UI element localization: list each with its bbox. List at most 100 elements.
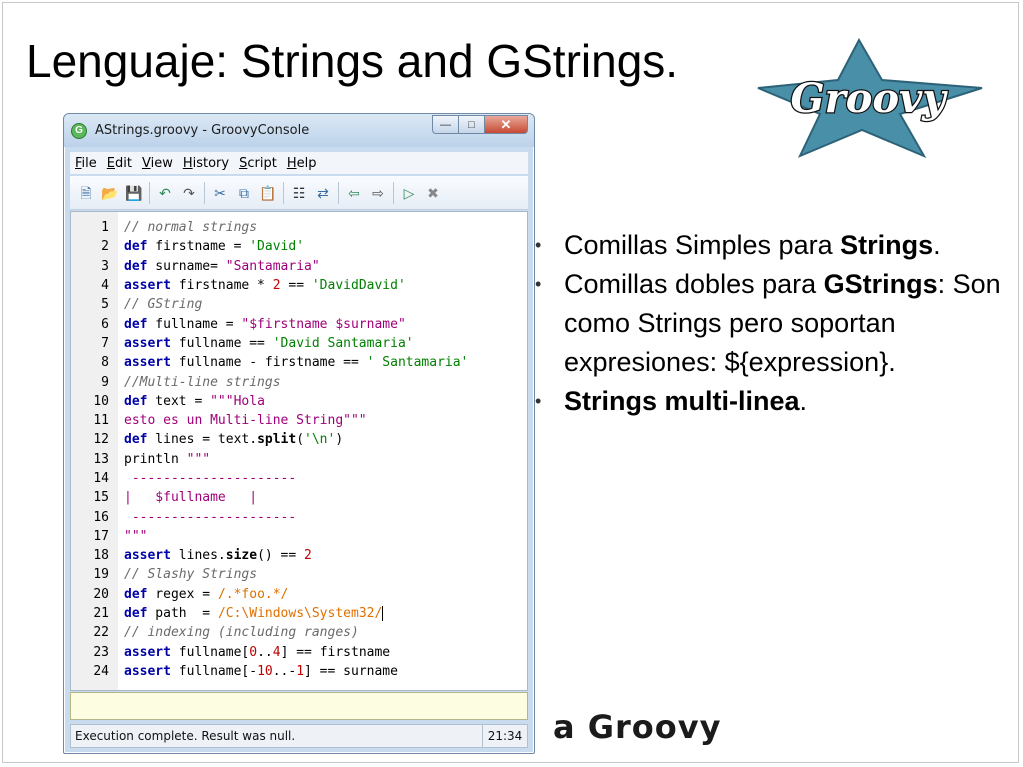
code-token: def bbox=[124, 432, 148, 448]
code-token: | $fullname | bbox=[124, 490, 258, 506]
code-line: 3 def surname= "Santamaria" bbox=[71, 257, 527, 276]
toolbar-separator bbox=[283, 181, 284, 204]
text-caret bbox=[382, 606, 384, 622]
toolbar-separator bbox=[393, 181, 394, 204]
code-token: // indexing (including ranges) bbox=[124, 625, 359, 641]
code-token: """ bbox=[124, 528, 148, 544]
bullet-item: Comillas Simples para Strings. bbox=[535, 226, 1015, 265]
bullet-item: Comillas dobles para GStrings: Son como … bbox=[535, 265, 1015, 382]
code-text: assert fullname == 'David Santamaria' bbox=[124, 336, 414, 351]
code-token: assert bbox=[124, 663, 171, 679]
groovy-logo-text: Groovy bbox=[790, 75, 948, 122]
code-token: fullname = bbox=[147, 316, 242, 332]
menu-bar: File Edit View History Script Help bbox=[70, 152, 528, 174]
undo-icon[interactable]: ↶ bbox=[155, 183, 175, 203]
cursor-position: 21:34 bbox=[482, 725, 527, 747]
code-token: surname= bbox=[147, 258, 226, 274]
line-number: 13 bbox=[93, 451, 109, 467]
line-number: 18 bbox=[93, 548, 109, 564]
code-line: 24 assert fullname[-10..-1] == surname bbox=[71, 662, 527, 681]
code-token: ' Santamaria' bbox=[366, 355, 469, 371]
code-token: "$firstname $surname" bbox=[241, 316, 406, 332]
run-icon[interactable]: ▷ bbox=[399, 183, 419, 203]
code-token: 2 bbox=[272, 278, 281, 294]
save-icon[interactable]: 💾 bbox=[124, 183, 144, 203]
maximize-button[interactable]: □ bbox=[458, 115, 484, 134]
redo-icon[interactable]: ↷ bbox=[179, 183, 199, 203]
code-text: // GString bbox=[124, 297, 202, 312]
replace-icon[interactable]: ⇄ bbox=[313, 183, 333, 203]
code-token: def bbox=[124, 239, 148, 255]
code-token: assert bbox=[124, 278, 171, 294]
history-prev-icon[interactable]: ⇦ bbox=[344, 183, 364, 203]
code-line: 11 esto es un Multi-line String""" bbox=[71, 411, 527, 430]
code-token: 'DavidDavid' bbox=[311, 278, 406, 294]
minimize-button[interactable]: — bbox=[432, 115, 458, 134]
code-text: --------------------- bbox=[124, 510, 296, 525]
find-icon[interactable]: ☷ bbox=[289, 183, 309, 203]
code-text: assert fullname[-10..-1] == surname bbox=[124, 664, 398, 679]
code-token: fullname[- bbox=[170, 663, 258, 679]
code-text: | $fullname | bbox=[124, 490, 257, 505]
code-line: 18 assert lines.size() == 2 bbox=[71, 546, 527, 565]
code-line: 17 """ bbox=[71, 527, 527, 546]
code-token: esto es un Multi-line String""" bbox=[124, 413, 367, 429]
paste-icon[interactable]: 📋 bbox=[258, 183, 278, 203]
code-token: firstname * bbox=[170, 278, 273, 294]
menu-view[interactable]: View bbox=[137, 156, 178, 171]
code-token: 4 bbox=[272, 644, 281, 660]
menu-history[interactable]: History bbox=[178, 156, 234, 171]
code-line: 6 def fullname = "$firstname $surname" bbox=[71, 314, 527, 333]
code-text: --------------------- bbox=[124, 471, 296, 486]
copy-icon[interactable]: ⧉ bbox=[234, 183, 254, 203]
toolbar-separator bbox=[338, 181, 339, 204]
line-number: 19 bbox=[93, 567, 109, 583]
code-text: def fullname = "$firstname $surname" bbox=[124, 317, 406, 332]
code-token: 2 bbox=[304, 548, 312, 564]
code-token: fullname[ bbox=[170, 644, 250, 660]
line-number: 9 bbox=[101, 374, 109, 390]
code-line: 20 def regex = /.*foo.*/ bbox=[71, 585, 527, 604]
line-number: 14 bbox=[93, 471, 109, 486]
line-number: 15 bbox=[93, 490, 109, 506]
status-text: Execution complete. Result was null. bbox=[75, 729, 296, 743]
code-token: /.*foo.*/ bbox=[217, 586, 289, 602]
code-editor[interactable]: 1 // normal strings 2 def firstname = 'Davi… bbox=[70, 211, 528, 691]
line-number: 21 bbox=[93, 606, 109, 622]
code-text: def surname= "Santamaria" bbox=[124, 259, 320, 274]
menu-help[interactable]: Help bbox=[282, 156, 322, 171]
menu-file[interactable]: File bbox=[70, 156, 102, 171]
window-titlebar[interactable]: G AStrings.groovy - GroovyConsole — □ ✕ bbox=[64, 114, 534, 147]
menu-edit[interactable]: Edit bbox=[102, 156, 137, 171]
code-token: def bbox=[124, 258, 148, 274]
history-next-icon[interactable]: ⇨ bbox=[368, 183, 388, 203]
code-token: ) bbox=[335, 432, 344, 448]
groovy-app-icon: G bbox=[71, 123, 87, 139]
code-token: == bbox=[280, 278, 312, 294]
code-text: def regex = /.*foo.*/ bbox=[124, 587, 288, 602]
line-number: 1 bbox=[101, 220, 109, 236]
code-token: ] == surname bbox=[304, 663, 398, 679]
slide-title: Lenguaje: Strings and GStrings. bbox=[26, 35, 679, 87]
code-token: def bbox=[124, 316, 148, 332]
output-pane[interactable] bbox=[70, 692, 528, 720]
open-file-icon[interactable]: 📂 bbox=[100, 183, 120, 203]
code-line: 23 assert fullname[0..4] == firstname bbox=[71, 643, 527, 662]
cut-icon[interactable]: ✂ bbox=[210, 183, 230, 203]
code-token: assert bbox=[124, 548, 171, 564]
code-text: // normal strings bbox=[124, 220, 257, 235]
interrupt-icon[interactable]: ✖ bbox=[423, 183, 443, 203]
groovy-console-window: G AStrings.groovy - GroovyConsole — □ ✕ … bbox=[63, 113, 535, 754]
code-token: .. bbox=[257, 644, 273, 660]
code-line: 9 //Multi-line strings bbox=[71, 372, 527, 391]
code-text: def text = """Hola bbox=[124, 394, 265, 409]
new-file-icon[interactable]: 🗎 bbox=[76, 183, 96, 203]
close-button[interactable]: ✕ bbox=[484, 115, 528, 134]
code-token: split bbox=[257, 432, 297, 448]
code-line: 12 def lines = text.split('\n') bbox=[71, 430, 527, 449]
menu-script[interactable]: Script bbox=[234, 156, 282, 171]
line-number: 20 bbox=[93, 586, 109, 602]
code-token: 10 bbox=[257, 663, 273, 679]
code-token: text = bbox=[147, 393, 211, 409]
code-token: regex = bbox=[147, 586, 218, 602]
